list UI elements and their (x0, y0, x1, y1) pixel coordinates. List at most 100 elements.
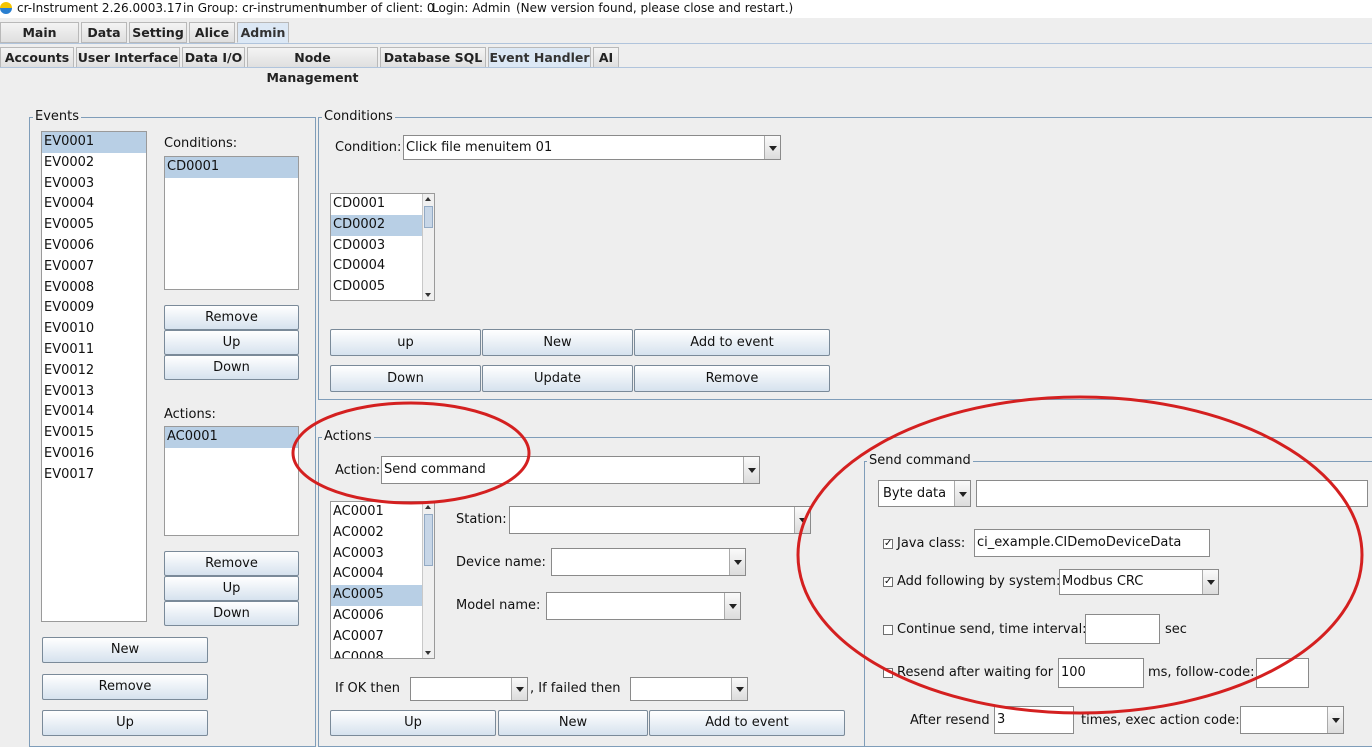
event-list-item[interactable]: EV0007 (42, 257, 146, 278)
condition-remove-button[interactable]: Remove (164, 305, 299, 330)
scroll-thumb[interactable] (424, 206, 433, 228)
time-interval-input[interactable] (1085, 614, 1160, 644)
if-ok-select[interactable] (410, 677, 528, 701)
event-list-item[interactable]: EV0005 (42, 215, 146, 236)
chevron-down-icon[interactable] (724, 593, 740, 619)
chevron-down-icon[interactable] (1202, 570, 1218, 594)
chevron-down-icon[interactable] (1327, 707, 1343, 733)
station-select[interactable] (509, 506, 811, 534)
model-name-select[interactable] (546, 592, 741, 620)
tab-admin[interactable]: Admin (237, 22, 289, 43)
event-action-item[interactable]: AC0001 (165, 427, 298, 448)
condition-list-item[interactable]: CD0002 (331, 214, 434, 236)
scroll-up-icon[interactable] (423, 194, 434, 205)
scroll-down-icon[interactable] (423, 289, 434, 300)
add-following-select[interactable]: Modbus CRC (1059, 569, 1219, 595)
action-list-up-button[interactable]: Up (330, 710, 496, 736)
resend-wait-input[interactable]: 100 (1058, 658, 1144, 688)
action-new-button[interactable]: New (498, 710, 648, 736)
condition-up-button[interactable]: Up (164, 330, 299, 355)
tab-ai[interactable]: AI (593, 47, 619, 68)
event-up-button[interactable]: Up (42, 710, 208, 736)
event-new-button[interactable]: New (42, 637, 208, 663)
tab-alice[interactable]: Alice (189, 22, 235, 43)
device-name-select[interactable] (551, 548, 746, 576)
action-list-item[interactable]: AC0001 (331, 502, 434, 523)
event-actions-list[interactable]: AC0001 (164, 426, 299, 536)
event-list-item[interactable]: EV0003 (42, 174, 146, 195)
event-remove-button[interactable]: Remove (42, 674, 208, 700)
action-list-item[interactable]: AC0002 (331, 523, 434, 544)
event-list-item[interactable]: EV0011 (42, 340, 146, 361)
tab-data-io[interactable]: Data I/O (182, 47, 245, 68)
conditions-list[interactable]: CD0001 CD0002 CD0003 CD0004 CD0005 (330, 193, 435, 301)
tab-database-sql[interactable]: Database SQL (380, 47, 486, 68)
scroll-down-icon[interactable] (423, 647, 434, 658)
action-select[interactable]: Send command (381, 456, 760, 484)
event-list-item[interactable]: EV0008 (42, 278, 146, 299)
events-list[interactable]: EV0001 EV0002 EV0003 EV0004 EV0005 EV0006 EV00… (41, 131, 147, 622)
tab-node-management[interactable]: Node Management (247, 47, 378, 85)
actions-list[interactable]: AC0001 AC0002 AC0003 AC0004 AC0005 AC0006 AC00… (330, 501, 435, 659)
action-list-item[interactable]: AC0003 (331, 544, 434, 565)
action-up-button[interactable]: Up (164, 576, 299, 601)
exec-action-code-select[interactable] (1240, 706, 1344, 734)
tab-user-interface[interactable]: User Interface (76, 47, 180, 68)
event-list-item[interactable]: EV0001 (42, 132, 146, 153)
condition-list-down-button[interactable]: Down (330, 365, 481, 392)
tab-main-panel[interactable]: Main Panel (0, 22, 79, 60)
chevron-down-icon[interactable] (954, 481, 970, 506)
condition-new-button[interactable]: New (482, 329, 633, 356)
command-data-input[interactable] (976, 480, 1368, 507)
action-list-item[interactable]: AC0004 (331, 564, 434, 585)
scroll-thumb[interactable] (424, 514, 433, 566)
condition-list-item[interactable]: CD0004 (331, 256, 434, 277)
event-list-item[interactable]: EV0012 (42, 361, 146, 382)
java-class-checkbox[interactable]: ✓ (883, 539, 893, 549)
action-add-to-event-button[interactable]: Add to event (649, 710, 845, 736)
chevron-down-icon[interactable] (731, 678, 747, 700)
tab-data[interactable]: Data (81, 22, 127, 43)
chevron-down-icon[interactable] (729, 549, 745, 575)
condition-list-item[interactable]: CD0001 (331, 194, 434, 215)
condition-add-to-event-button[interactable]: Add to event (634, 329, 830, 356)
if-failed-select[interactable] (630, 677, 748, 701)
event-list-item[interactable]: EV0016 (42, 444, 146, 465)
chevron-down-icon[interactable] (794, 507, 810, 533)
java-class-input[interactable]: ci_example.CIDemoDeviceData (974, 529, 1210, 557)
scroll-up-icon[interactable] (423, 502, 434, 513)
after-resend-input[interactable]: 3 (994, 706, 1074, 734)
event-condition-item[interactable]: CD0001 (165, 157, 298, 178)
condition-list-item[interactable]: CD0003 (331, 236, 434, 257)
tab-accounts[interactable]: Accounts (0, 47, 74, 68)
condition-select[interactable]: Click file menuitem 01 (403, 135, 781, 160)
action-list-item[interactable]: AC0007 (331, 627, 434, 648)
condition-remove-list-button[interactable]: Remove (634, 365, 830, 392)
condition-list-item[interactable]: CD0005 (331, 277, 434, 298)
add-following-checkbox[interactable]: ✓ (883, 577, 893, 587)
event-list-item[interactable]: EV0014 (42, 402, 146, 423)
action-list-item[interactable]: AC0008 (331, 648, 434, 658)
event-conditions-list[interactable]: CD0001 (164, 156, 299, 290)
event-list-item[interactable]: EV0015 (42, 423, 146, 444)
chevron-down-icon[interactable] (511, 678, 527, 700)
event-list-item[interactable]: EV0002 (42, 153, 146, 174)
condition-down-button[interactable]: Down (164, 355, 299, 380)
action-remove-button[interactable]: Remove (164, 551, 299, 576)
continue-send-checkbox[interactable] (883, 625, 893, 635)
conditions-scrollbar[interactable] (422, 194, 434, 300)
event-list-item[interactable]: EV0009 (42, 298, 146, 319)
event-list-item[interactable]: EV0004 (42, 194, 146, 215)
event-list-item[interactable]: EV0013 (42, 382, 146, 403)
event-list-item[interactable]: EV0017 (42, 465, 146, 486)
chevron-down-icon[interactable] (743, 457, 759, 483)
tab-event-handler[interactable]: Event Handler (488, 47, 591, 68)
action-down-button[interactable]: Down (164, 601, 299, 626)
tab-setting[interactable]: Setting (129, 22, 187, 43)
resend-checkbox[interactable] (883, 668, 893, 678)
condition-update-button[interactable]: Update (482, 365, 633, 392)
chevron-down-icon[interactable] (764, 136, 780, 159)
event-list-item[interactable]: EV0006 (42, 236, 146, 257)
condition-list-up-button[interactable]: up (330, 329, 481, 356)
action-list-item[interactable]: AC0006 (331, 606, 434, 627)
